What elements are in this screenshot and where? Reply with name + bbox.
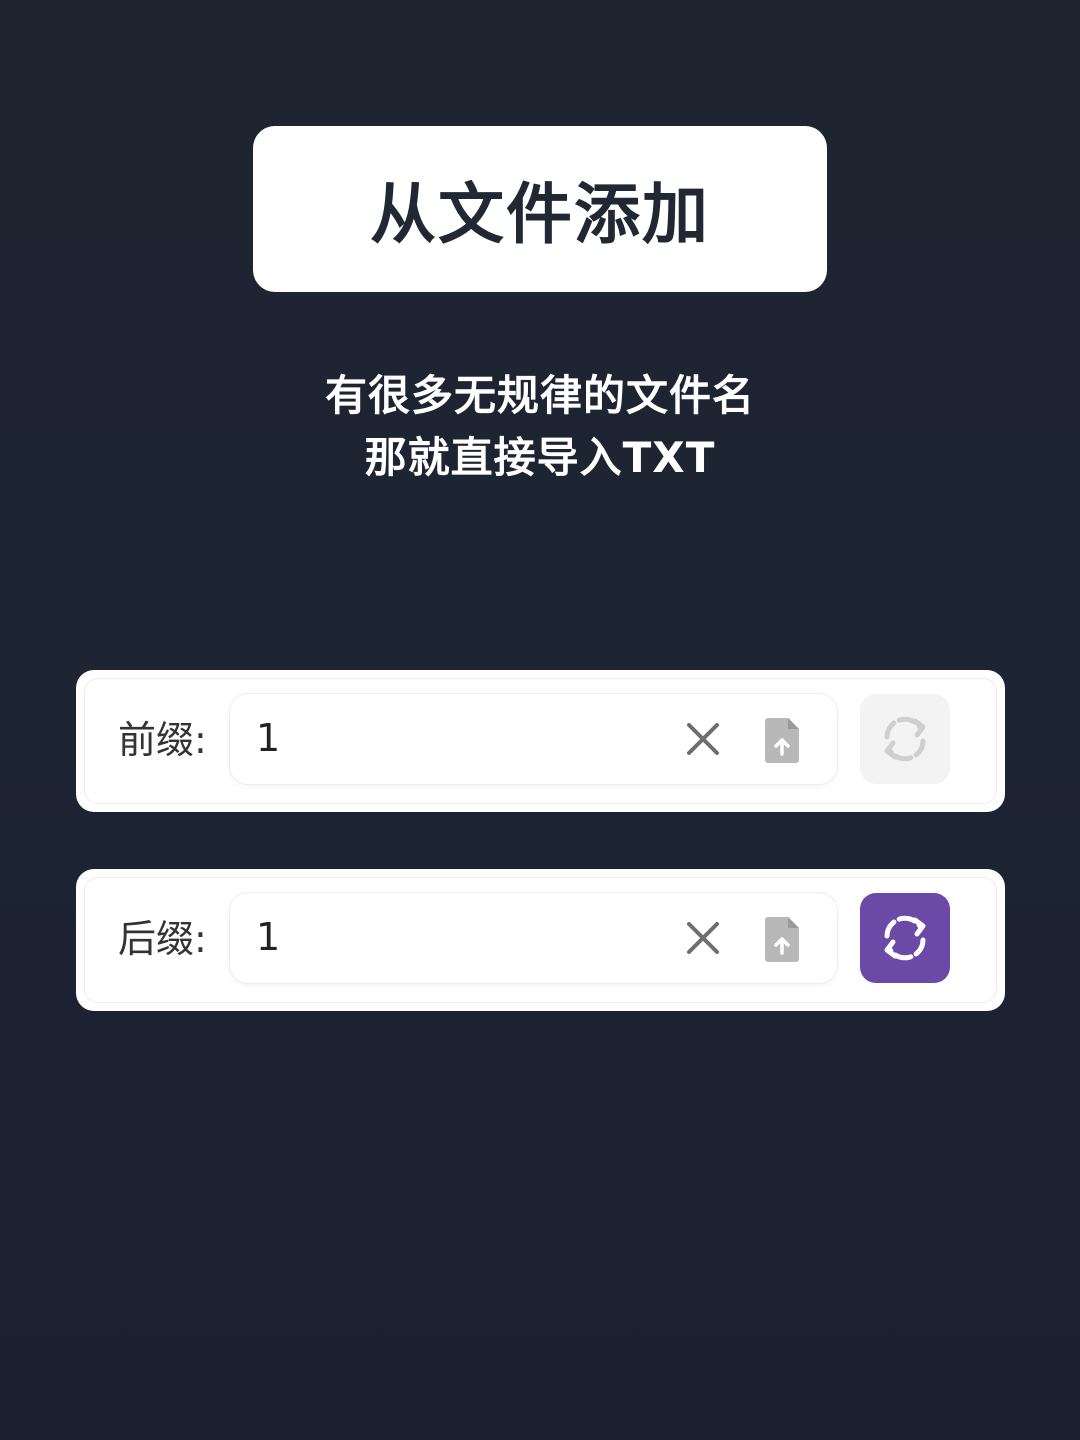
- prefix-input-value[interactable]: 1: [256, 716, 280, 760]
- close-icon[interactable]: [686, 921, 720, 955]
- prefix-row: 前缀: 1: [76, 670, 1005, 812]
- close-icon[interactable]: [686, 722, 720, 756]
- prefix-label: 前缀:: [118, 718, 207, 762]
- refresh-icon: [884, 915, 926, 961]
- title-card: 从文件添加: [253, 126, 827, 292]
- prefix-convert-button[interactable]: [860, 694, 950, 784]
- suffix-label: 后缀:: [118, 917, 207, 961]
- suffix-convert-button[interactable]: [860, 893, 950, 983]
- suffix-input-value[interactable]: 1: [256, 915, 280, 959]
- subtitle-line-2: 那就直接导入TXT: [364, 433, 716, 482]
- subtitle-line-1: 有很多无规律的文件名: [324, 371, 755, 420]
- page-title: 从文件添加: [370, 176, 710, 253]
- refresh-icon: [884, 716, 926, 762]
- file-upload-icon[interactable]: [763, 716, 801, 764]
- suffix-row: 后缀: 1: [76, 869, 1005, 1011]
- suffix-input[interactable]: 1: [230, 893, 837, 983]
- prefix-input[interactable]: 1: [230, 694, 837, 784]
- file-upload-icon[interactable]: [763, 915, 801, 963]
